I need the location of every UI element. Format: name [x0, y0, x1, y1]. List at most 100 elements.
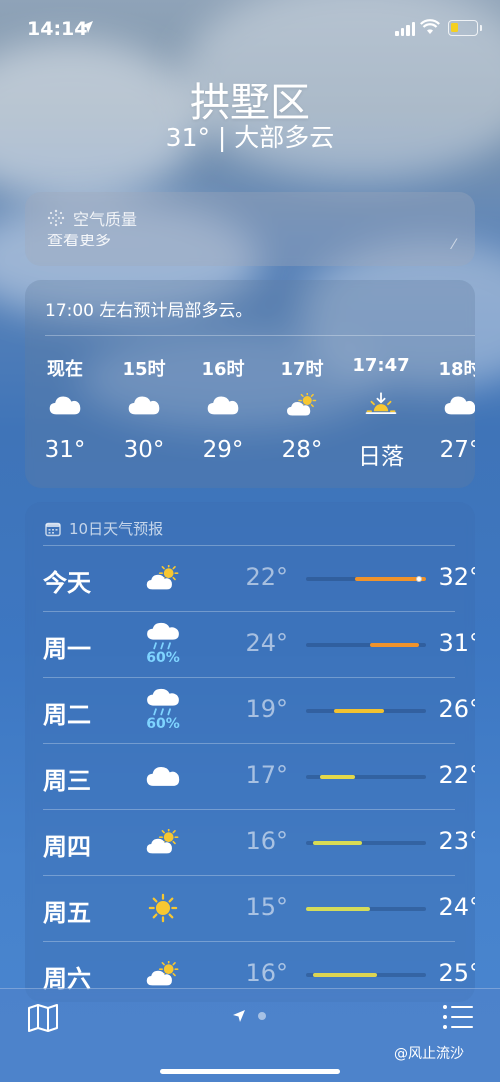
- current-summary: 31° | 大部多云: [165, 123, 335, 152]
- temp-range-fill: [369, 643, 419, 647]
- cloud-icon: [183, 379, 263, 431]
- hourly-item: 17:47 日落: [341, 355, 421, 471]
- temp-range-fill: [320, 775, 356, 779]
- hour-temp: 31°: [44, 437, 86, 463]
- signal-icon: [395, 22, 415, 36]
- cloud-icon: [420, 379, 475, 431]
- bottom-toolbar: @风止流沙: [0, 988, 500, 1082]
- hour-label: 现在: [47, 359, 83, 380]
- temp-range-fill: [313, 841, 363, 845]
- hourly-item: 15时 30°: [104, 355, 184, 463]
- current-location-icon: [233, 1010, 245, 1022]
- day-low-temp: 19°: [245, 695, 288, 723]
- watermark: @风止流沙: [394, 1043, 464, 1063]
- temp-range-fill: [306, 907, 370, 911]
- status-time: 14:14: [27, 18, 88, 40]
- day-low-temp: 22°: [245, 563, 288, 591]
- divider: [43, 677, 455, 678]
- cloud-icon: [139, 751, 187, 801]
- day-row[interactable]: 今天 22° 32°: [43, 545, 475, 611]
- day-low-temp: 17°: [245, 761, 288, 789]
- cloud-icon: [25, 379, 105, 431]
- hourly-description: 17:00 左右预计局部多云。: [45, 301, 253, 321]
- hour-label: 16时: [201, 359, 245, 380]
- page-dot: [258, 1012, 266, 1020]
- temp-range-bar: [306, 973, 426, 977]
- home-indicator[interactable]: [160, 1069, 340, 1074]
- day-row[interactable]: 周二 60% 19° 26°: [43, 677, 475, 743]
- status-bar: 14:14: [0, 0, 500, 60]
- hour-temp: 28°: [281, 437, 323, 463]
- map-icon[interactable]: [27, 1003, 59, 1033]
- divider: [43, 611, 455, 612]
- day-name: 周四: [43, 833, 91, 861]
- daily-forecast-card[interactable]: 10日天气预报 今天 22° 32° 周一 60% 24° 31° 周二 60% 19° 26° 周三…: [25, 502, 475, 1002]
- hour-label: 15时: [122, 359, 166, 380]
- divider: [43, 809, 455, 810]
- air-quality-title: 空气质量: [73, 210, 138, 229]
- hourly-item: 现在 31°: [25, 355, 105, 463]
- precip-chance: 60%: [146, 650, 180, 666]
- air-quality-header: 空气质量: [47, 206, 137, 230]
- wifi-icon: [420, 19, 440, 34]
- partly-sunny-icon: [139, 817, 187, 867]
- day-high-temp: 22°: [438, 761, 475, 789]
- hourly-item: 17时 28°: [262, 355, 342, 463]
- cloud-icon: [104, 379, 184, 431]
- current-temp-dot: [415, 576, 422, 582]
- rain-icon: 60%: [139, 685, 187, 735]
- hour-label: 17时: [280, 359, 324, 380]
- air-quality-card[interactable]: 空气质量 查看更多 ⁄: [25, 192, 475, 266]
- hourly-item: 18时 27°: [420, 355, 475, 463]
- partly-sunny-icon: [139, 553, 187, 603]
- location-arrow-icon: [81, 21, 93, 33]
- calendar-icon: [45, 522, 61, 536]
- temp-range-fill: [313, 973, 377, 977]
- hour-label: 17:47: [352, 355, 410, 376]
- day-row[interactable]: 周一 60% 24° 31°: [43, 611, 475, 677]
- hourly-forecast-card[interactable]: 17:00 左右预计局部多云。 现在 31° 15时 30° 16时 29° 17时 28° 1…: [25, 280, 475, 488]
- day-high-temp: 24°: [438, 893, 475, 921]
- temp-range-bar: [306, 775, 426, 779]
- air-quality-icon: [47, 209, 65, 227]
- day-row[interactable]: 周五 15° 24°: [43, 875, 475, 941]
- day-high-temp: 25°: [438, 959, 475, 987]
- daily-header: 10日天气预报: [45, 518, 163, 539]
- day-name: 今天: [43, 569, 91, 597]
- page-indicator[interactable]: [232, 1009, 266, 1023]
- day-name: 周三: [43, 767, 91, 795]
- daily-title: 10日天气预报: [69, 520, 164, 538]
- day-low-temp: 15°: [245, 893, 288, 921]
- watermark-text: @风止流沙: [394, 1046, 464, 1062]
- day-row[interactable]: 周四 16° 23°: [43, 809, 475, 875]
- temp-range-bar: [306, 576, 426, 582]
- day-name: 周一: [43, 635, 91, 663]
- day-low-temp: 16°: [245, 959, 288, 987]
- sun-icon: [139, 883, 187, 933]
- hour-temp: 日落: [358, 444, 404, 470]
- day-row[interactable]: 周三 17° 22°: [43, 743, 475, 809]
- hour-temp: 30°: [123, 437, 165, 463]
- divider: [45, 335, 475, 336]
- day-high-temp: 26°: [438, 695, 475, 723]
- divider: [43, 743, 455, 744]
- divider: [43, 875, 455, 876]
- temp-range-bar: [306, 907, 426, 911]
- day-name: 周五: [43, 899, 91, 927]
- hour-temp: 29°: [202, 437, 244, 463]
- air-quality-subtitle: 查看更多: [47, 234, 112, 246]
- day-high-temp: 32°: [438, 563, 475, 591]
- day-low-temp: 24°: [245, 629, 288, 657]
- hour-temp: 27°: [439, 437, 475, 463]
- precip-chance: 60%: [146, 716, 180, 732]
- temp-range-bar: [306, 709, 426, 713]
- rain-icon: 60%: [139, 619, 187, 669]
- hourly-scroll[interactable]: 现在 31° 15时 30° 16时 29° 17时 28° 17:47 日落 18时 27°: [25, 355, 475, 485]
- temp-range-fill: [334, 709, 384, 713]
- partly-sunny-icon: [262, 379, 342, 431]
- day-high-temp: 23°: [438, 827, 475, 855]
- day-high-temp: 31°: [438, 629, 475, 657]
- list-icon[interactable]: [442, 1003, 474, 1031]
- chevron-right-icon: ⁄: [452, 237, 455, 253]
- hour-label: 18时: [438, 359, 475, 380]
